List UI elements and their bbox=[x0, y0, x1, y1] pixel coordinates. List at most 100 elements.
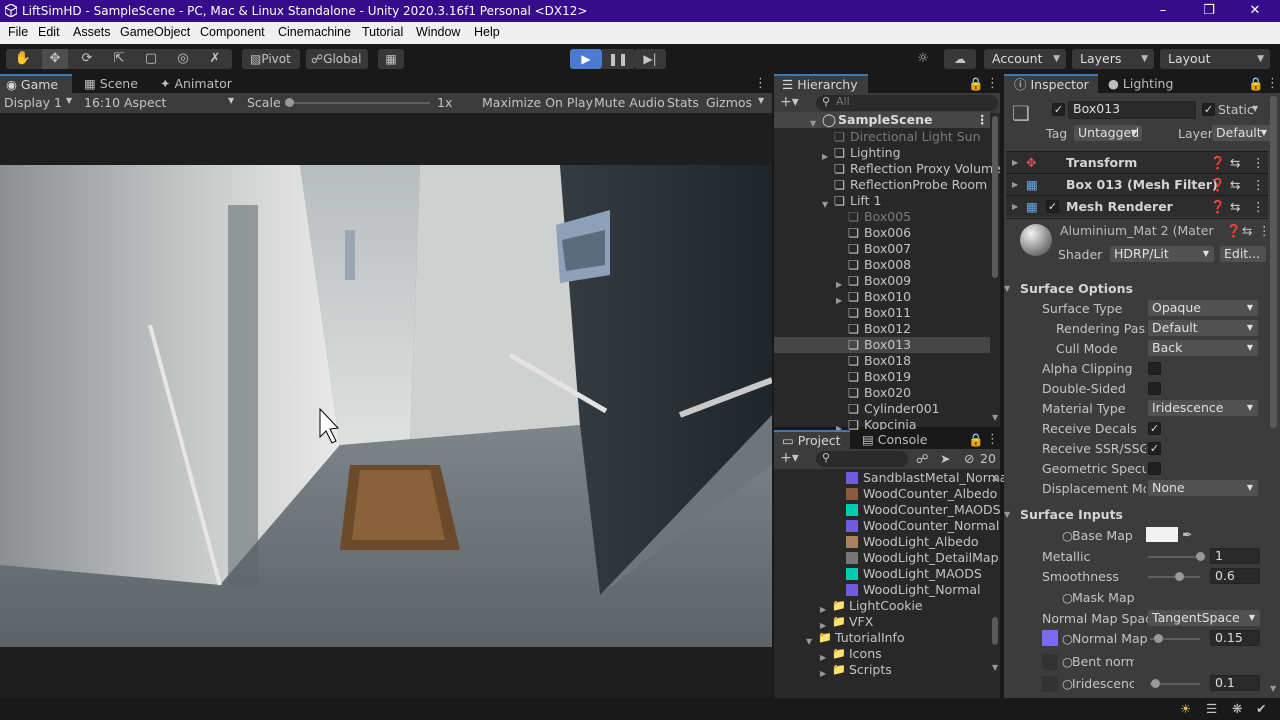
add-icon[interactable]: +▾ bbox=[780, 450, 799, 466]
menu-component[interactable]: Component bbox=[200, 25, 265, 39]
hierarchy-item[interactable]: ▶ ❏ Lighting bbox=[774, 145, 990, 161]
add-icon[interactable]: +▾ bbox=[780, 94, 799, 110]
chevron-down-icon[interactable]: ▼ bbox=[1252, 104, 1258, 113]
shader-edit-button[interactable]: Edit... bbox=[1220, 246, 1266, 262]
hierarchy-scrollbar[interactable] bbox=[992, 116, 998, 278]
hidden-packages-icon[interactable]: ⊘ bbox=[964, 451, 974, 466]
hierarchy-item[interactable]: ❏ Box005 bbox=[774, 209, 990, 225]
mesh-filter-component[interactable]: ▶ ▦ Box 013 (Mesh Filter) ❓ ⇆ ⋮ bbox=[1006, 173, 1268, 195]
step-button[interactable]: ▶| bbox=[634, 49, 666, 69]
game-render-image[interactable] bbox=[0, 165, 772, 647]
smoothness-input[interactable]: 0.6 bbox=[1210, 568, 1260, 584]
maximize-on-play-toggle[interactable]: Maximize On Play bbox=[482, 95, 593, 110]
project-folder-item[interactable]: ▶ 📁 Icons bbox=[774, 646, 990, 662]
hierarchy-item[interactable]: ❏ Box020 bbox=[774, 385, 990, 401]
hierarchy-item[interactable]: ❏ Cylinder001 bbox=[774, 401, 990, 417]
menu-edit[interactable]: Edit bbox=[38, 25, 60, 39]
transform-tool-icon[interactable]: ◎ bbox=[170, 49, 196, 69]
normal-map-input[interactable]: 0.15 bbox=[1210, 630, 1260, 646]
menu-tutorial[interactable]: Tutorial bbox=[362, 25, 403, 39]
play-button[interactable]: ▶ bbox=[570, 49, 602, 69]
hierarchy-item[interactable]: ▼ ❏ Lift 1 bbox=[774, 193, 990, 209]
project-folder-item[interactable]: ▶ 📁 VFX bbox=[774, 614, 990, 630]
scroll-down-icon[interactable]: ▼ bbox=[1270, 684, 1276, 693]
property-dropdown[interactable]: Iridescence ▼ bbox=[1148, 400, 1258, 416]
base-map-color-swatch[interactable] bbox=[1146, 527, 1178, 542]
project-asset-item[interactable]: WoodLight_DetailMap bbox=[774, 550, 999, 566]
kebab-menu-icon[interactable]: ⋮ bbox=[754, 74, 767, 93]
help-icon[interactable]: ❓ bbox=[1210, 174, 1226, 196]
hierarchy-item[interactable]: ❏ ReflectionProbe Room 1 bbox=[774, 177, 999, 193]
presets-icon[interactable]: ⇆ bbox=[1230, 196, 1240, 218]
maximize-icon[interactable]: ❐ bbox=[1186, 0, 1232, 22]
iridescence-slider-knob[interactable] bbox=[1151, 679, 1160, 688]
normal-map-slider-knob[interactable] bbox=[1153, 634, 1163, 643]
layout-dropdown[interactable]: Layout ▼ bbox=[1160, 49, 1270, 69]
tab-console[interactable]: ▤ Console bbox=[862, 430, 927, 449]
property-dropdown[interactable]: Back ▼ bbox=[1148, 340, 1258, 356]
tab-lighting[interactable]: ● Lighting bbox=[1108, 74, 1173, 93]
transform-component[interactable]: ▶ ✥ Transform ❓ ⇆ ⋮ bbox=[1006, 151, 1268, 173]
kebab-menu-icon[interactable]: ⋮ bbox=[1258, 223, 1271, 238]
property-checkbox[interactable]: ✓ bbox=[1148, 442, 1161, 455]
surface-options-header[interactable]: ▼ Surface Options bbox=[1004, 281, 1133, 296]
layers-dropdown[interactable]: Layers ▼ bbox=[1072, 49, 1154, 69]
kebab-menu-icon[interactable]: ⋮ bbox=[986, 430, 999, 449]
project-search-input[interactable]: ⚲ bbox=[816, 451, 908, 467]
chevron-right-icon[interactable]: ▶ bbox=[820, 666, 826, 682]
project-folder-item[interactable]: ▼ 📁 TutorialInfo bbox=[774, 630, 990, 646]
metallic-input[interactable]: 1 bbox=[1210, 548, 1260, 564]
grid-snap-button[interactable]: ▦ bbox=[378, 49, 404, 69]
property-checkbox[interactable] bbox=[1148, 362, 1161, 375]
project-scrollbar[interactable] bbox=[992, 617, 998, 645]
mesh-renderer-component[interactable]: ▶ ▦ ✓ Mesh Renderer ❓ ⇆ ⋮ bbox=[1006, 195, 1268, 217]
presets-icon[interactable]: ⇆ bbox=[1230, 152, 1240, 174]
scroll-down-icon[interactable]: ▼ bbox=[992, 663, 998, 672]
kebab-menu-icon[interactable]: ⋮ bbox=[1252, 174, 1265, 196]
account-dropdown[interactable]: Account ▼ bbox=[984, 49, 1066, 69]
hierarchy-item[interactable]: ❏ Box018 bbox=[774, 353, 990, 369]
stats-toggle[interactable]: Stats bbox=[667, 95, 699, 110]
metallic-slider-knob[interactable] bbox=[1196, 552, 1205, 561]
hierarchy-item[interactable]: ❏ Box007 bbox=[774, 241, 990, 257]
hand-tool-icon[interactable]: ✋ bbox=[10, 49, 36, 69]
menu-cinemachine[interactable]: Cinemachine bbox=[278, 25, 351, 39]
scale-slider[interactable] bbox=[290, 102, 430, 104]
rect-tool-icon[interactable]: ▢ bbox=[138, 49, 164, 69]
static-checkbox[interactable]: ✓ bbox=[1202, 103, 1215, 116]
menu-assets[interactable]: Assets bbox=[73, 25, 111, 39]
lock-icon[interactable]: 🔒 bbox=[968, 74, 984, 93]
property-checkbox[interactable] bbox=[1148, 462, 1161, 475]
mesh-renderer-checkbox[interactable]: ✓ bbox=[1046, 200, 1059, 213]
hierarchy-item[interactable]: ❏ Box019 bbox=[774, 369, 990, 385]
display-dropdown[interactable]: Display 1 bbox=[4, 95, 62, 110]
presets-icon[interactable]: ⇆ bbox=[1230, 174, 1240, 196]
scale-slider-knob[interactable] bbox=[285, 98, 294, 107]
metallic-slider[interactable] bbox=[1148, 556, 1200, 558]
game-view[interactable] bbox=[0, 113, 772, 698]
eyedropper-icon[interactable]: ✒ bbox=[1182, 527, 1192, 542]
smoothness-slider[interactable] bbox=[1148, 576, 1200, 578]
hierarchy-item[interactable]: ❏ Box011 bbox=[774, 305, 990, 321]
project-folder-item[interactable]: ▶ 📁 LightCookie bbox=[774, 598, 990, 614]
filter-type-icon[interactable]: ☍ bbox=[916, 451, 929, 466]
kebab-menu-icon[interactable]: ⋮ bbox=[976, 112, 989, 128]
scene-row[interactable]: ▼ ◯ SampleScene ⋮ bbox=[774, 112, 990, 128]
project-asset-item[interactable]: SandblastMetal_Norma bbox=[774, 470, 1007, 486]
iridescence-thumbnail[interactable] bbox=[1042, 676, 1058, 692]
custom-tool-icon[interactable]: ✗ bbox=[202, 49, 228, 69]
hierarchy-item[interactable]: ❏ Directional Light Sun bbox=[774, 129, 990, 145]
hierarchy-item[interactable]: ❏ Box012 bbox=[774, 321, 990, 337]
project-asset-item[interactable]: WoodCounter_MAODS bbox=[774, 502, 1001, 518]
hierarchy-search-input[interactable]: ⚲ All bbox=[816, 95, 998, 111]
tab-animator[interactable]: ✦ Animator bbox=[160, 74, 232, 93]
check-icon[interactable]: ✔ bbox=[1256, 701, 1266, 716]
normal-map-space-dropdown[interactable]: TangentSpace ▼ bbox=[1148, 610, 1260, 626]
bent-normal-thumbnail[interactable] bbox=[1042, 654, 1058, 670]
property-dropdown[interactable]: Default ▼ bbox=[1148, 320, 1258, 336]
help-icon[interactable]: ❓ bbox=[1210, 196, 1226, 218]
hierarchy-item[interactable]: ❏ Box006 bbox=[774, 225, 990, 241]
project-folder-item[interactable]: ▶ 📁 Scripts bbox=[774, 662, 990, 678]
aspect-dropdown[interactable]: 16:10 Aspect bbox=[84, 95, 166, 110]
iridescence-input[interactable]: 0.1 bbox=[1210, 675, 1260, 691]
